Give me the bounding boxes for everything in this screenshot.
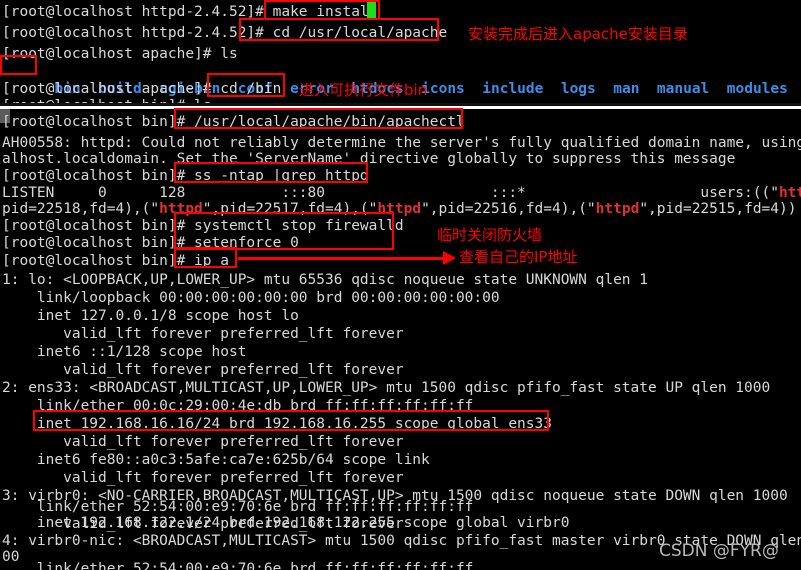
- ls-entry-icons[interactable]: icons: [421, 81, 465, 97]
- annotation-arrow-head: [443, 251, 456, 265]
- annotation-firewall: 临时关闭防火墙: [437, 226, 543, 244]
- annotation-check-ip: 查看自己的IP地址: [459, 248, 578, 266]
- annotation-install-dir: 安装完成后进入apache安装目录: [468, 25, 688, 43]
- ls-entry-man[interactable]: man: [613, 81, 639, 97]
- ls-entry-include[interactable]: include: [482, 81, 543, 97]
- watermark: CSDN @FYR@: [659, 541, 779, 561]
- terminal-line: [root@localhost httpd-2.4.52]# make inst…: [2, 4, 378, 20]
- ls-entry-manual[interactable]: manual: [657, 81, 709, 97]
- grep-match: httpd: [595, 201, 640, 217]
- ls-entry-modules[interactable]: modules: [727, 81, 788, 97]
- grep-match: httpd: [159, 201, 203, 217]
- ls-entry-logs[interactable]: logs: [561, 81, 596, 97]
- terminal-line: [root@localhost bin]# /usr/local/apache/…: [2, 114, 465, 130]
- terminal-screenshot: [root@localhost httpd-2.4.52]# make inst…: [0, 0, 801, 570]
- text-cursor: [367, 2, 376, 19]
- grep-match: httpd: [377, 201, 422, 217]
- annotation-enter-bin: 进入可执行文件bin: [299, 81, 428, 99]
- annotation-arrow-line: [238, 257, 446, 260]
- terminal-line: [root@localhost httpd-2.4.52]# cd /usr/l…: [2, 25, 448, 41]
- terminal-line: link/ether 52:54:00:e9:70:6e brd ff:ff:f…: [2, 561, 474, 570]
- terminal-line: [root@localhost bin]# ip a: [2, 253, 229, 269]
- splice-line: [0, 106, 801, 109]
